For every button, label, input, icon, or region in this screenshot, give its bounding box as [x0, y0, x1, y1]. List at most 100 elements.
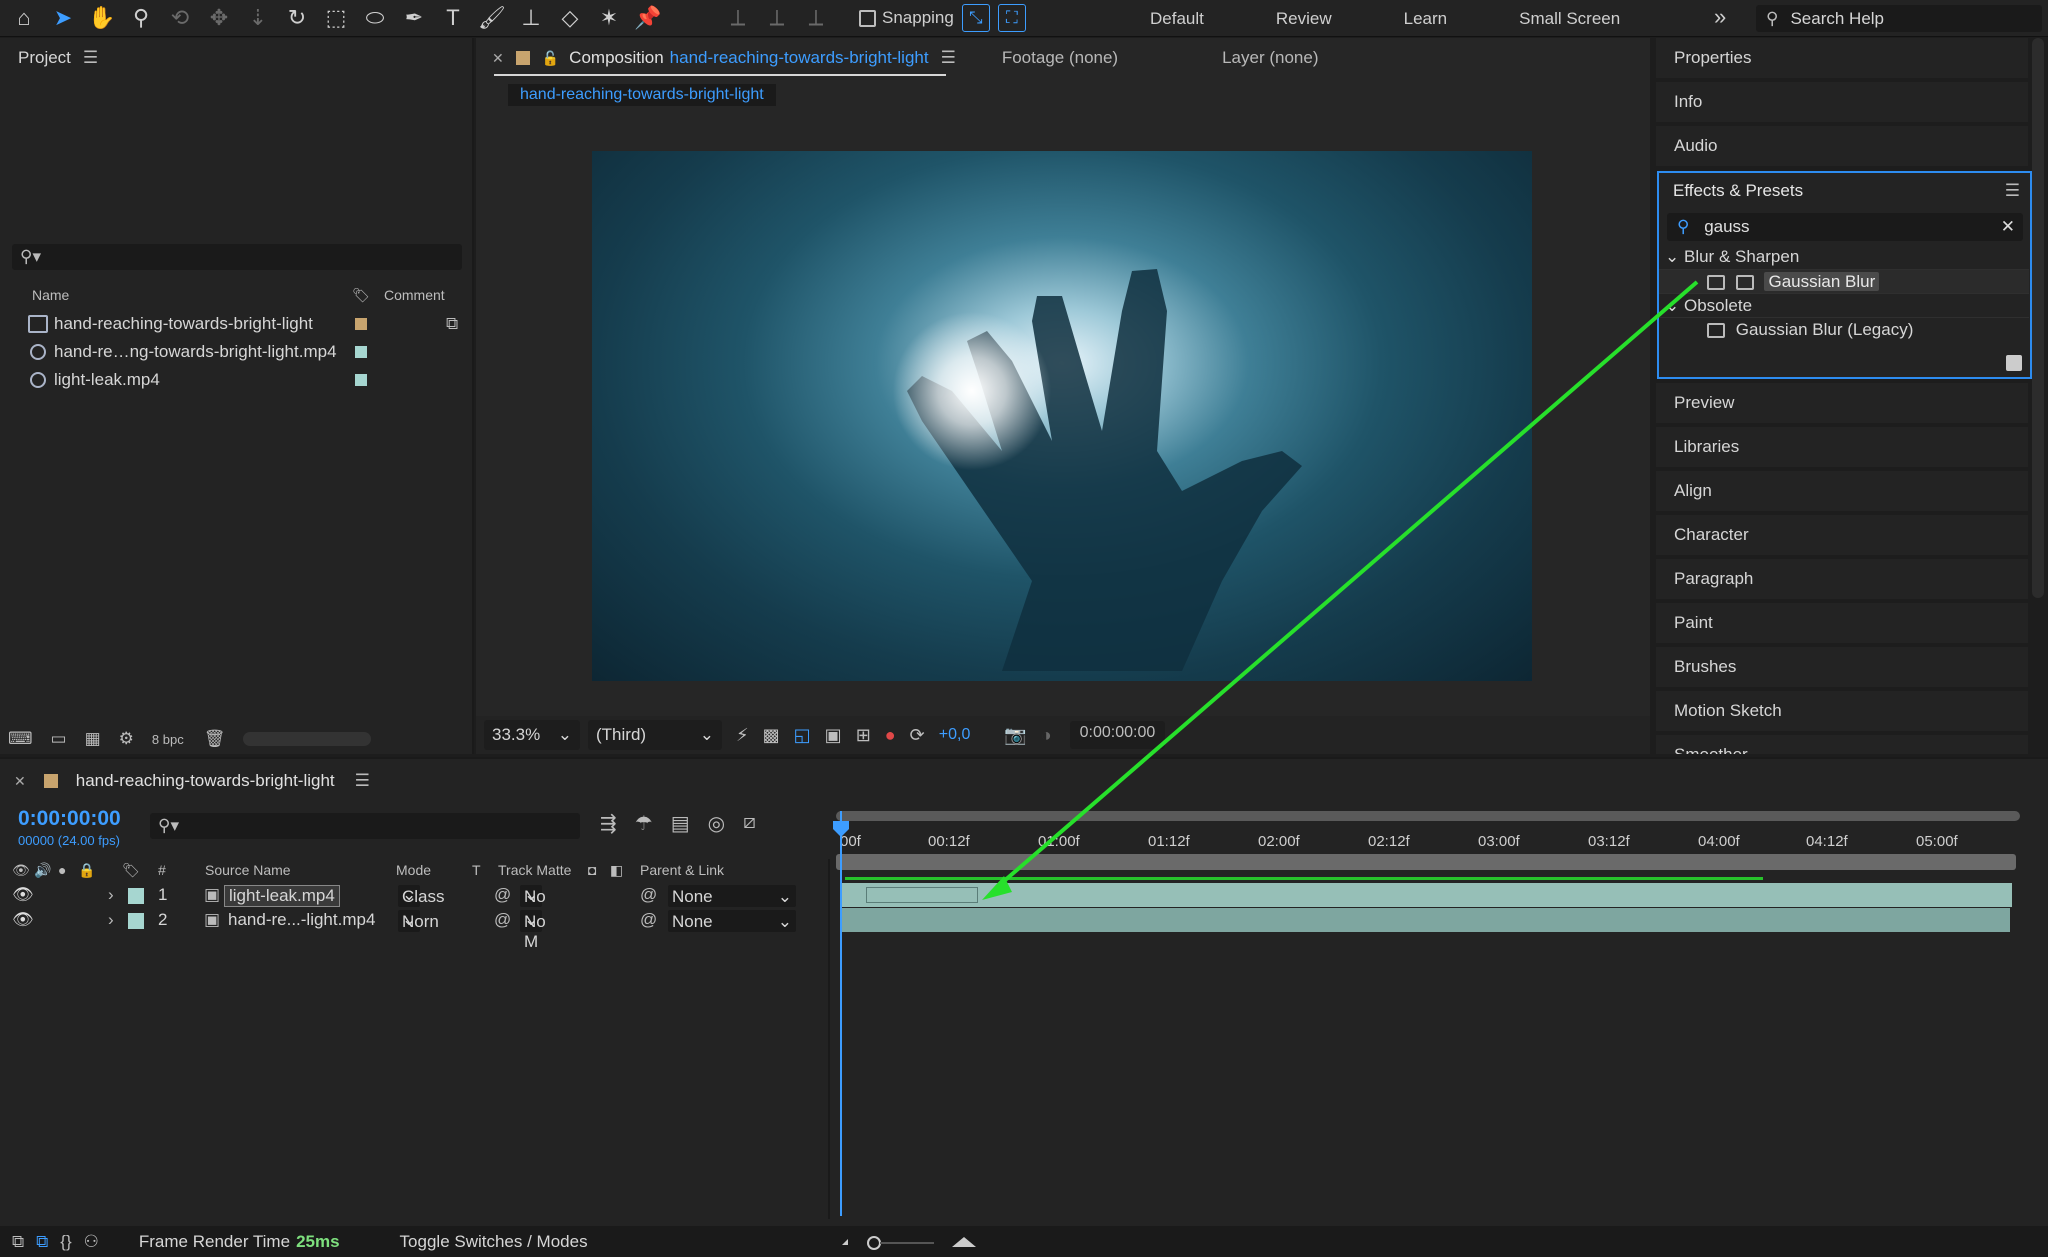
close-tab-icon[interactable]: ✕ — [14, 773, 26, 790]
toggle-switches-modes-button[interactable]: Toggle Switches / Modes — [400, 1232, 588, 1252]
track-matte-dropdown[interactable]: No M ⌄ — [520, 910, 546, 951]
column-name[interactable]: Name — [32, 287, 69, 303]
parent-pickwhip-icon[interactable]: @ — [640, 885, 657, 905]
layer-name[interactable]: light-leak.mp4 — [224, 885, 340, 907]
grid-guides-icon[interactable]: ⊞ — [856, 725, 871, 746]
frame-blending-icon[interactable]: ▤ — [671, 811, 690, 836]
label-swatch[interactable] — [355, 318, 367, 330]
orbit-camera-icon[interactable]: ⟲ — [165, 3, 195, 33]
blend-mode-dropdown[interactable]: Norn ⌄ — [398, 910, 439, 932]
smoother-panel-tab[interactable]: Smoother — [1656, 735, 2028, 754]
rotate-tool-icon[interactable]: ↻ — [282, 3, 312, 33]
exposure-value[interactable]: +0,0 — [939, 726, 971, 744]
show-snapshot-icon[interactable]: ◑ — [1041, 725, 1052, 746]
comp-mini-flowchart-icon[interactable]: ⇶ — [600, 811, 617, 836]
layer-row[interactable]: 👁 › 2 ▣ hand-re...-light.mp4 Norn ⌄ @ No… — [0, 908, 830, 951]
brush-tool-icon[interactable]: 🖌 — [477, 3, 507, 33]
character-panel-tab[interactable]: Character — [1656, 515, 2028, 555]
brushes-panel-tab[interactable]: Brushes — [1656, 647, 2028, 687]
clone-stamp-tool-icon[interactable]: ⊥ — [516, 3, 546, 33]
home-icon[interactable]: ⌂ — [9, 3, 39, 33]
panel-menu-icon[interactable]: ☰ — [2005, 181, 2020, 201]
panel-menu-icon[interactable]: ☰ — [83, 48, 98, 68]
eraser-tool-icon[interactable]: ◇ — [555, 3, 585, 33]
horizontal-scrollbar[interactable] — [243, 732, 372, 746]
parent-dropdown[interactable]: None ⌄ — [668, 885, 796, 907]
label-swatch[interactable] — [128, 888, 144, 904]
label-column-icon[interactable]: 🏷 — [122, 862, 140, 879]
layer-switches-icon[interactable]: ⧉ — [12, 1232, 24, 1252]
timeline-tab-name[interactable]: hand-reaching-towards-bright-light — [76, 771, 335, 791]
effects-presets-title[interactable]: Effects & Presets — [1673, 181, 1803, 201]
effect-category-blur-sharpen[interactable]: ⌄ Blur & Sharpen — [1659, 245, 2029, 269]
track-matte-pickwhip-icon[interactable]: @ — [494, 910, 511, 930]
footage-tab[interactable]: Footage (none) — [1002, 48, 1118, 68]
project-item[interactable]: hand-re…ng-towards-bright-light.mp4 — [0, 338, 470, 366]
render-time-icon[interactable]: ⚇ — [84, 1232, 99, 1252]
track-matte-pickwhip-icon[interactable]: @ — [494, 885, 511, 905]
snap-edges-icon[interactable]: ⤡ — [961, 4, 990, 32]
column-mode[interactable]: Mode — [396, 862, 431, 878]
column-track-matte[interactable]: Track Matte — [498, 862, 571, 878]
column-source-name[interactable]: Source Name — [205, 862, 291, 878]
viewer-timecode[interactable]: 0:00:00:00 — [1069, 721, 1166, 749]
graph-editor-icon[interactable]: ⧄ — [743, 811, 756, 836]
trash-icon[interactable]: 🗑 — [204, 729, 226, 749]
label-swatch[interactable] — [128, 913, 144, 929]
bit-depth-button[interactable]: 8 bpc — [152, 732, 184, 747]
type-tool-icon[interactable]: T — [438, 3, 468, 33]
audio-panel-tab[interactable]: Audio — [1656, 126, 2028, 166]
layer-duration-bar[interactable] — [842, 883, 2012, 907]
magnification-dropdown[interactable]: 33.3% ⌄ — [484, 720, 580, 750]
motion-sketch-panel-tab[interactable]: Motion Sketch — [1656, 691, 2028, 731]
solo-switch-icon[interactable]: ● — [58, 862, 66, 878]
pan-behind-tool-icon[interactable]: ⬚ — [321, 3, 351, 33]
search-help-field[interactable]: ⚲ Search Help — [1756, 5, 2042, 32]
adjust-settings-icon[interactable]: ⚙ — [119, 729, 134, 749]
expand-chevron-icon[interactable]: › — [108, 885, 114, 905]
label-column-icon[interactable]: 🏷 — [352, 287, 370, 304]
column-comment[interactable]: Comment — [384, 287, 445, 303]
reset-exposure-icon[interactable]: ⟳ — [910, 725, 925, 746]
resolution-dropdown[interactable]: (Third) ⌄ — [588, 720, 722, 750]
label-swatch[interactable] — [355, 346, 367, 358]
timeline-search-input[interactable]: ⚲▾ — [150, 813, 580, 839]
layer-duration-bar[interactable] — [842, 908, 2010, 932]
effect-category-obsolete[interactable]: ⌄ Obsolete — [1659, 293, 2029, 317]
hand-tool-icon[interactable]: ✋ — [87, 3, 117, 33]
in-out-icon[interactable]: {} — [60, 1232, 71, 1252]
libraries-panel-tab[interactable]: Libraries — [1656, 427, 2028, 467]
right-stack-scrollbar[interactable] — [2032, 38, 2044, 598]
snapping-checkbox[interactable] — [859, 9, 876, 27]
region-of-interest-icon[interactable]: ▣ — [825, 725, 842, 746]
interpret-footage-icon[interactable]: ⌨ — [8, 729, 33, 749]
audio-switch-icon[interactable]: 🔊 — [34, 862, 51, 879]
create-preset-icon[interactable] — [2006, 355, 2022, 371]
dolly-camera-icon[interactable]: ⇣ — [243, 3, 273, 33]
project-item[interactable]: hand-reaching-towards-bright-light ⧉ — [0, 310, 470, 338]
panel-menu-icon[interactable]: ☰ — [355, 771, 370, 791]
roto-brush-tool-icon[interactable]: ✶ — [594, 3, 624, 33]
draft-3d-icon[interactable]: ☂ — [635, 811, 653, 836]
view-axis-icon[interactable]: ⟂ — [801, 3, 831, 33]
track-matte-dropdown[interactable]: No M ⌄ — [520, 885, 546, 926]
workspace-review[interactable]: Review — [1276, 9, 1332, 29]
layer-tab[interactable]: Layer (none) — [1222, 48, 1318, 68]
local-axis-icon[interactable]: ⟂ — [723, 3, 753, 33]
project-item[interactable]: light-leak.mp4 — [0, 366, 470, 394]
current-time-display[interactable]: 0:00:00:00 — [18, 807, 121, 831]
paint-panel-tab[interactable]: Paint — [1656, 603, 2028, 643]
composition-tab-name[interactable]: hand-reaching-towards-bright-light — [670, 48, 929, 68]
workspace-default[interactable]: Default — [1150, 9, 1204, 29]
clear-search-icon[interactable]: ✕ — [2001, 213, 2015, 241]
more-workspaces-icon[interactable]: » — [1714, 4, 1726, 30]
layer-name[interactable]: hand-re...-light.mp4 — [228, 910, 375, 930]
pen-tool-icon[interactable]: ✒ — [399, 3, 429, 33]
new-folder-icon[interactable]: ▭ — [51, 729, 67, 749]
playhead-line[interactable] — [840, 811, 842, 1216]
world-axis-icon[interactable]: ⟂ — [762, 3, 792, 33]
effect-item-gaussian-blur[interactable]: Gaussian Blur — [1659, 269, 2029, 293]
effect-item-gaussian-blur-legacy[interactable]: Gaussian Blur (Legacy) — [1659, 317, 2029, 341]
mask-visibility-icon[interactable]: ◱ — [794, 725, 811, 746]
puppet-pin-tool-icon[interactable]: 📌 — [633, 3, 663, 33]
